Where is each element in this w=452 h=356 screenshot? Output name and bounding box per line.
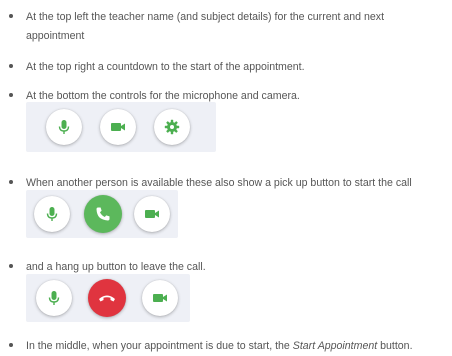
item-text-after: button. <box>377 340 413 352</box>
item-text: At the top right a countdown to the star… <box>26 61 305 73</box>
microphone-button[interactable] <box>34 196 70 232</box>
gear-icon <box>164 119 180 135</box>
bullet-dot <box>9 64 13 68</box>
bullet-dot <box>9 93 13 97</box>
microphone-button[interactable] <box>36 280 72 316</box>
bullet-dot <box>9 264 13 268</box>
hang-up-icon <box>99 295 115 302</box>
item-text-line-1: At the top left the teacher name (and su… <box>26 11 385 23</box>
microphone-button[interactable] <box>46 109 82 145</box>
controls-panel-pickup <box>26 190 178 238</box>
controls-panel-hangup <box>26 274 190 322</box>
item-text: At the top left the teacher name (and su… <box>26 8 384 46</box>
start-appointment-emphasis: Start Appointment <box>292 340 378 352</box>
item-text-before: In the middle, when your appointment is … <box>26 340 293 352</box>
settings-button[interactable] <box>154 109 190 145</box>
camera-button[interactable] <box>142 280 178 316</box>
camera-button[interactable] <box>100 109 136 145</box>
camera-button[interactable] <box>134 196 170 232</box>
bullet-dot <box>9 180 13 184</box>
controls-panel-basic <box>26 102 216 152</box>
instructions-document: At the top left the teacher name (and su… <box>0 0 452 354</box>
hang-up-button[interactable] <box>88 279 126 317</box>
pick-up-button[interactable] <box>84 195 122 233</box>
video-camera-icon <box>153 294 167 302</box>
item-text: In the middle, when your appointment is … <box>26 337 413 356</box>
phone-icon <box>96 207 110 221</box>
item-text-line-2: appointment <box>26 30 85 42</box>
microphone-icon <box>48 291 60 305</box>
microphone-icon <box>46 207 58 221</box>
bullet-dot <box>9 343 13 347</box>
video-camera-icon <box>111 123 125 131</box>
microphone-icon <box>58 120 70 134</box>
bullet-dot <box>9 14 13 18</box>
video-camera-icon <box>145 210 159 218</box>
